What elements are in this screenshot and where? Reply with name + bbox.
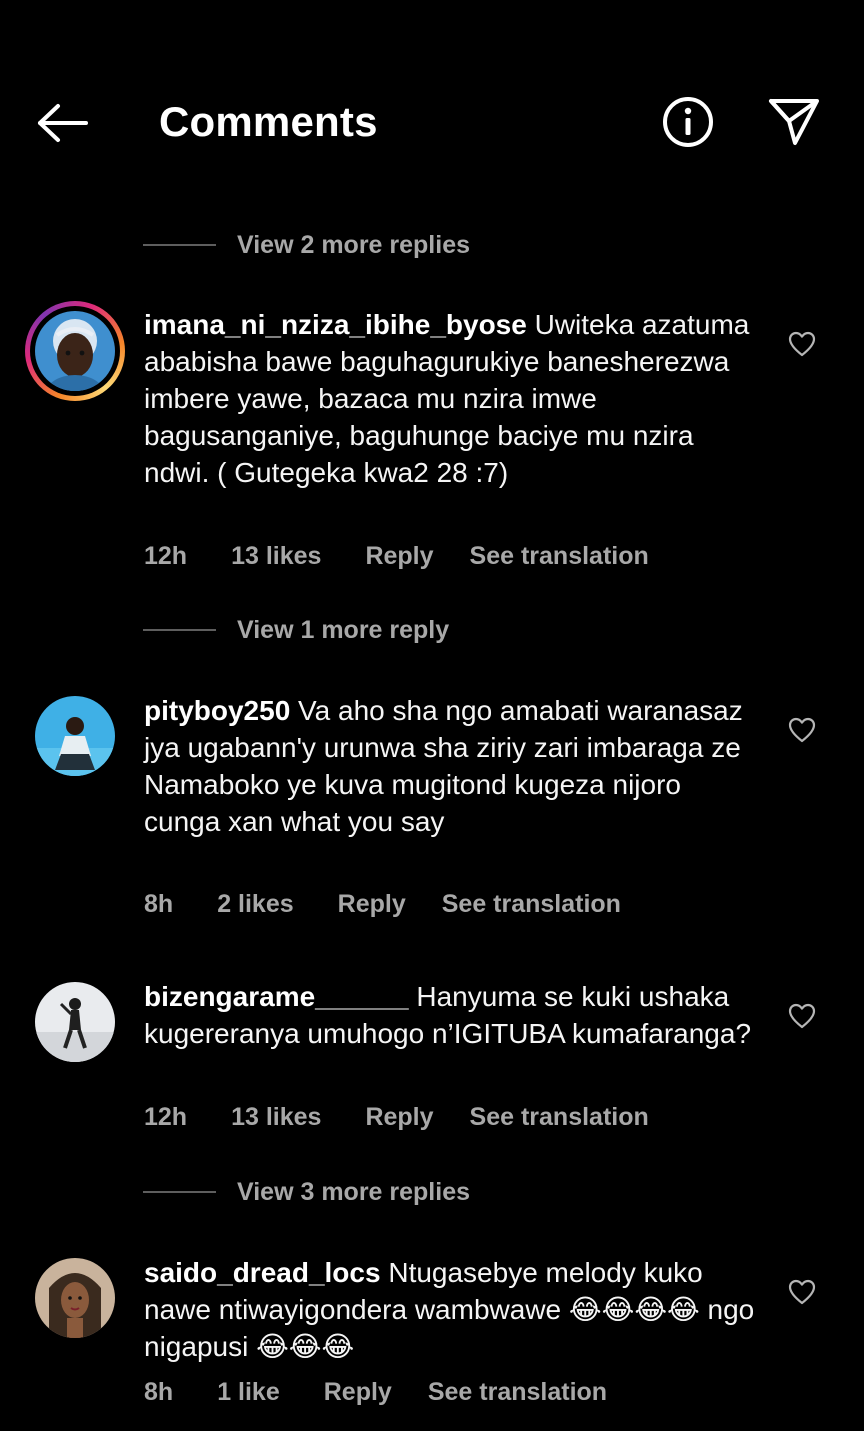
- see-translation-button[interactable]: See translation: [442, 890, 621, 919]
- see-translation-button[interactable]: See translation: [428, 1378, 607, 1407]
- comment-username[interactable]: imana_ni_nziza_ibihe_byose: [144, 309, 527, 340]
- comment-time: 12h: [144, 541, 188, 570]
- share-button[interactable]: [764, 96, 824, 152]
- view-more-replies-label: View 1 more reply: [237, 615, 450, 644]
- heart-icon: [788, 331, 816, 362]
- comment-time: 8h: [144, 1377, 174, 1406]
- comment-meta: 8h 1 like Reply See translation: [144, 1375, 607, 1409]
- comment-body: imana_ni_nziza_ibihe_byose Uwiteka azatu…: [144, 306, 764, 491]
- top-bar: Comments: [0, 0, 864, 200]
- like-button[interactable]: [786, 1278, 818, 1310]
- view-more-replies[interactable]: View 1 more reply: [143, 612, 449, 648]
- info-button[interactable]: [660, 96, 716, 152]
- heart-icon: [788, 717, 816, 748]
- see-translation-button[interactable]: See translation: [470, 542, 649, 571]
- view-more-replies[interactable]: View 3 more replies: [143, 1174, 470, 1210]
- paper-plane-icon: [767, 97, 821, 152]
- avatar[interactable]: [35, 1258, 115, 1338]
- comment-time: 8h: [144, 889, 174, 918]
- comment-meta: 8h 2 likes Reply See translation: [144, 887, 621, 921]
- like-button[interactable]: [786, 330, 818, 362]
- reply-button[interactable]: Reply: [324, 1378, 392, 1407]
- see-translation-button[interactable]: See translation: [470, 1103, 649, 1132]
- avatar[interactable]: [35, 696, 115, 776]
- page-title: Comments: [159, 98, 378, 145]
- comment-body: pityboy250 Va aho sha ngo amabati warana…: [144, 692, 764, 840]
- comment-body: bizengarame______ Hanyuma se kuki ushaka…: [144, 978, 764, 1052]
- like-button[interactable]: [786, 1002, 818, 1034]
- comment-username[interactable]: bizengarame______: [144, 981, 409, 1012]
- comment-likes[interactable]: 13 likes: [231, 1103, 321, 1132]
- comment-username[interactable]: saido_dread_locs: [144, 1257, 381, 1288]
- like-button[interactable]: [786, 716, 818, 748]
- comment-meta: 12h 13 likes Reply See translation: [144, 539, 649, 573]
- heart-icon: [788, 1279, 816, 1310]
- reply-button[interactable]: Reply: [365, 1103, 433, 1132]
- comment-username[interactable]: pityboy250: [144, 695, 290, 726]
- view-more-replies-label: View 3 more replies: [237, 1177, 470, 1206]
- story-ring[interactable]: [25, 301, 125, 401]
- info-icon: [662, 96, 714, 153]
- heart-icon: [788, 1003, 816, 1034]
- view-more-replies-label: View 2 more replies: [237, 230, 470, 259]
- reply-button[interactable]: Reply: [365, 542, 433, 571]
- back-button[interactable]: [32, 100, 92, 150]
- reply-thread-line: [143, 244, 216, 246]
- arrow-left-icon: [36, 103, 88, 148]
- comment-likes[interactable]: 1 like: [217, 1378, 280, 1407]
- comment-likes[interactable]: 2 likes: [217, 890, 293, 919]
- avatar[interactable]: [35, 982, 115, 1062]
- comment-time: 12h: [144, 1102, 188, 1131]
- view-more-replies[interactable]: View 2 more replies: [143, 227, 470, 263]
- reply-thread-line: [143, 629, 216, 631]
- reply-button[interactable]: Reply: [338, 890, 406, 919]
- comment-likes[interactable]: 13 likes: [231, 542, 321, 571]
- reply-thread-line: [143, 1191, 216, 1193]
- avatar[interactable]: [35, 311, 115, 391]
- comment-body: saido_dread_locs Ntugasebye melody kuko …: [144, 1254, 764, 1365]
- comment-meta: 12h 13 likes Reply See translation: [144, 1100, 649, 1134]
